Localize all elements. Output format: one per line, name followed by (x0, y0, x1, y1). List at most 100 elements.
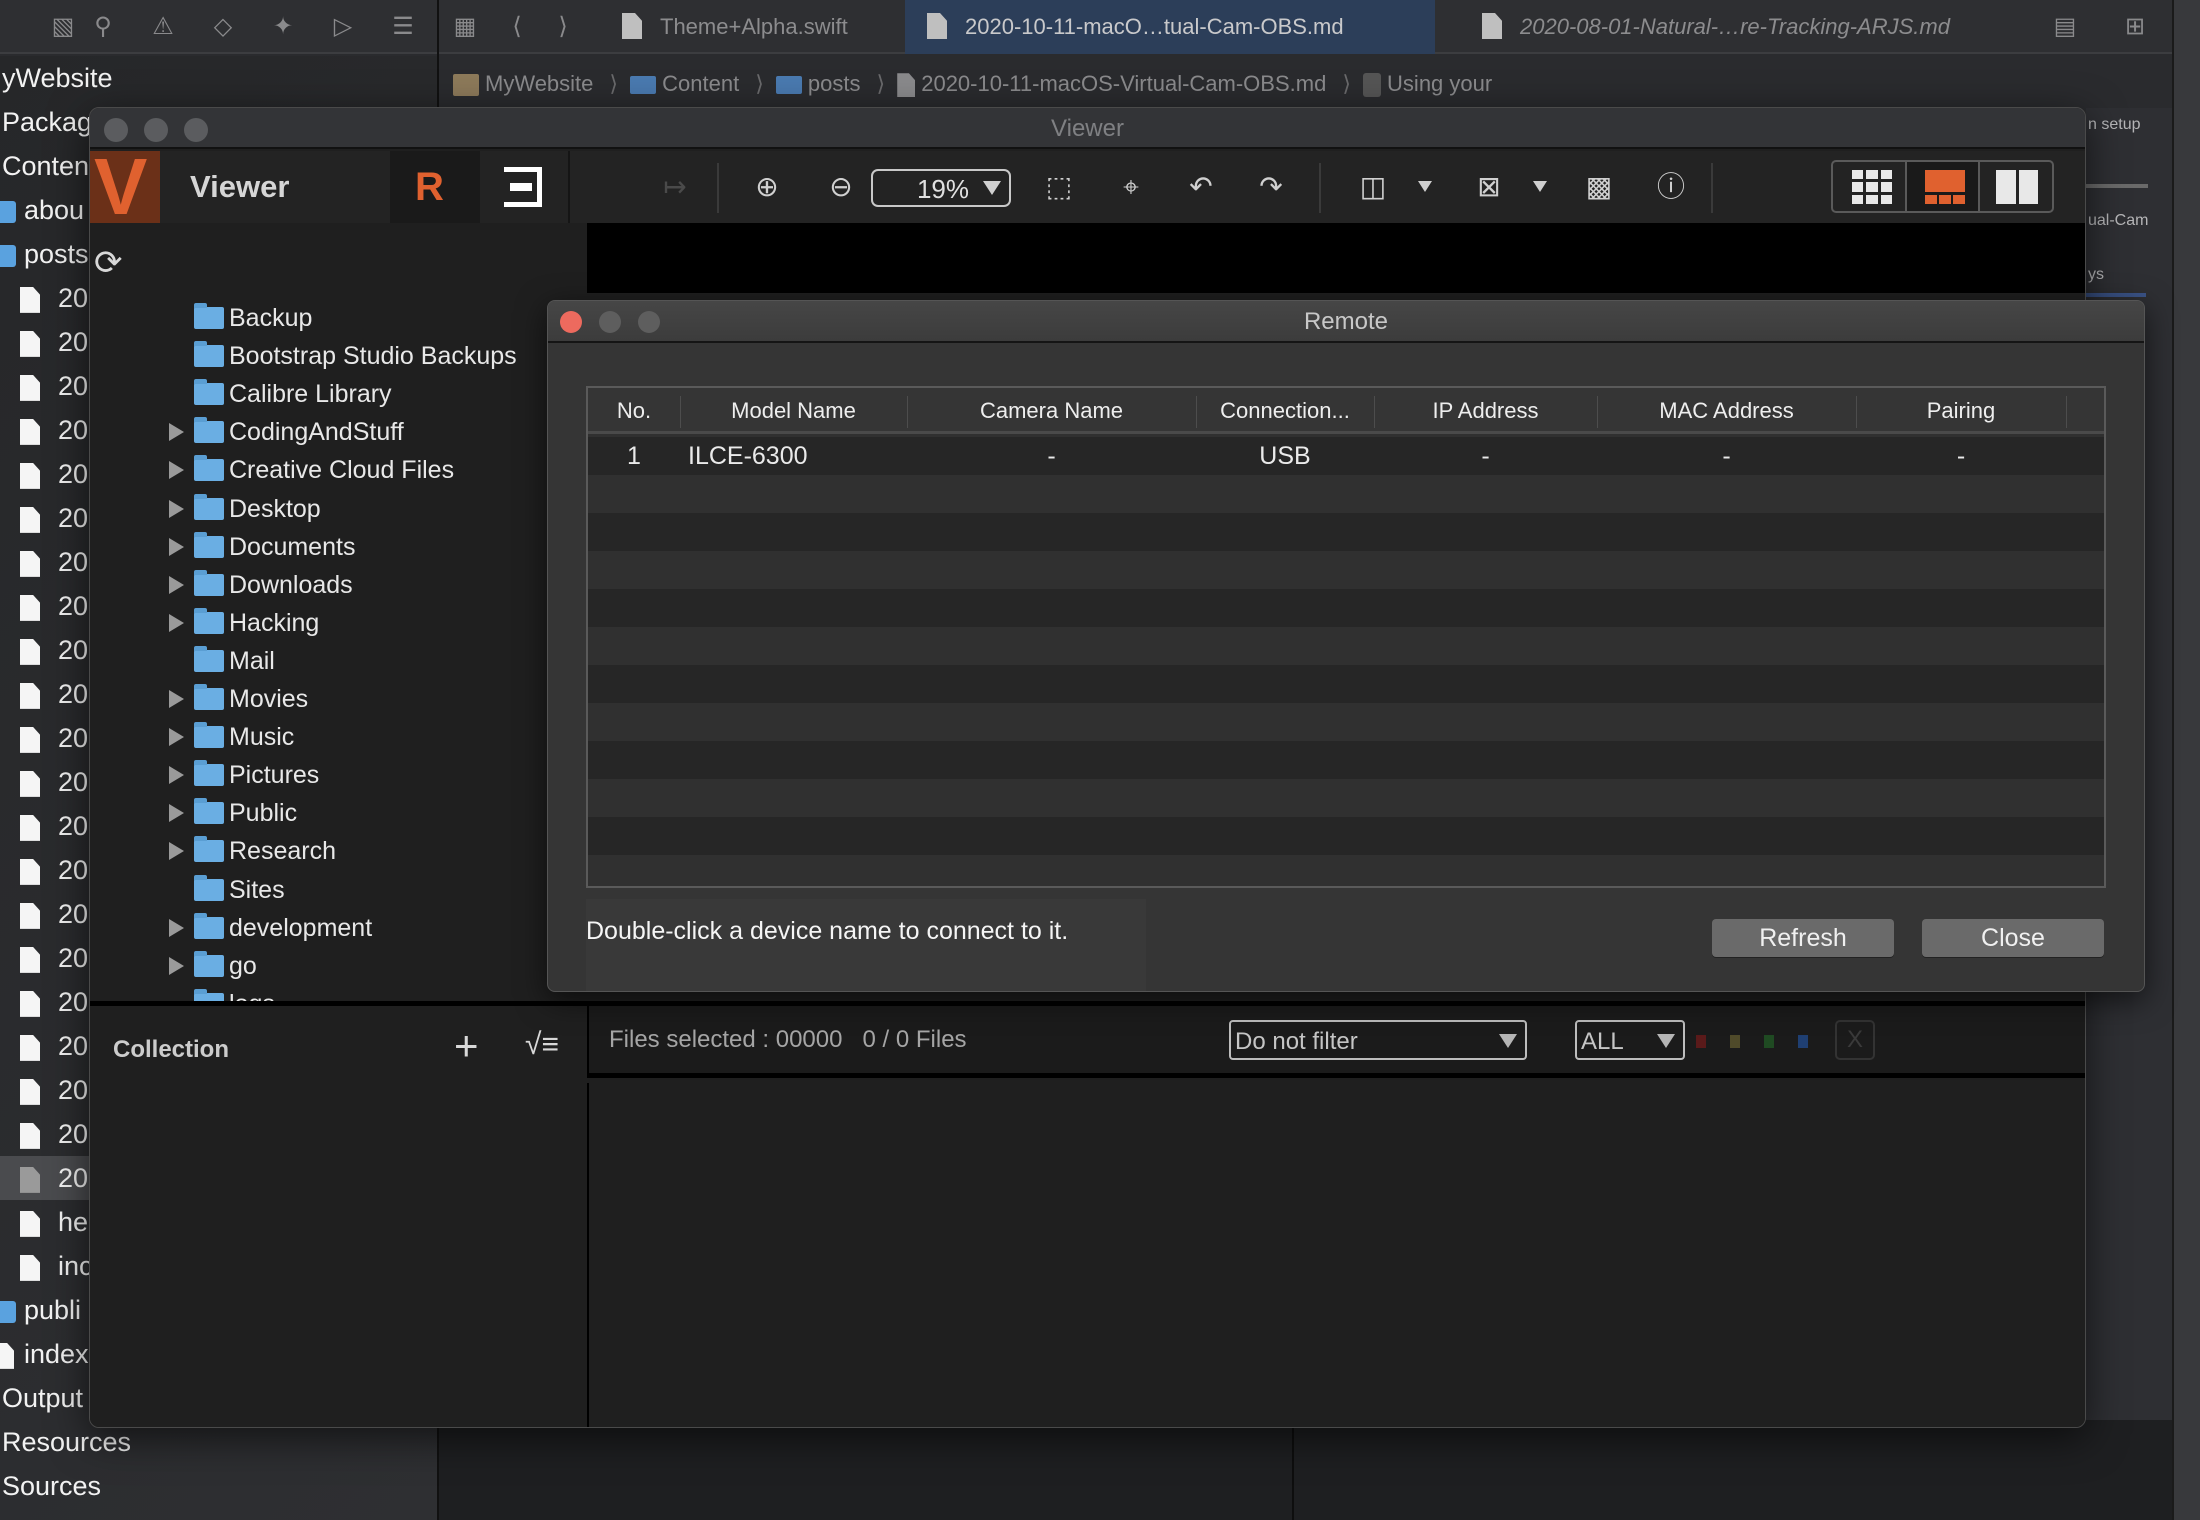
column-header[interactable]: Model Name (680, 388, 907, 434)
outline-item[interactable]: ys (2088, 266, 2104, 284)
edit-mode-icon (504, 167, 542, 207)
rotate-left-icon[interactable]: ↶ (1186, 165, 1216, 209)
column-header[interactable]: Connection... (1196, 388, 1374, 434)
zoom-out-icon[interactable]: ⊖ (819, 165, 863, 209)
rotate-right-icon[interactable]: ↷ (1256, 165, 1286, 209)
mode-tab-edit[interactable] (480, 151, 570, 223)
outline-item[interactable]: n setup (2088, 116, 2140, 134)
navigator-item[interactable]: yWebsite (0, 56, 437, 100)
outline-item[interactable]: ual-Cam (2088, 212, 2148, 230)
related-items-icon[interactable]: ▦ (450, 12, 480, 42)
column-header[interactable]: Pairing (1856, 388, 2066, 434)
back-icon[interactable]: ⟨ (502, 12, 532, 42)
hierarchy-icon[interactable]: ▧ (48, 12, 78, 42)
breadcrumb-item[interactable]: MyWebsite (453, 71, 599, 97)
refresh-button[interactable]: Refresh (1712, 919, 1894, 957)
column-header[interactable]: No. (588, 388, 680, 434)
navigator-item[interactable]: Sources (0, 1464, 437, 1508)
color-label-green[interactable] (1764, 1035, 1774, 1048)
column-header[interactable]: MAC Address (1597, 388, 1856, 434)
folder-tree-item[interactable]: Music (90, 718, 587, 756)
sort-collection-icon[interactable]: √≡ (525, 1028, 559, 1062)
folder-tree-item[interactable]: Public (90, 794, 587, 832)
close-button[interactable]: Close (1922, 919, 2104, 957)
grid-overlay-dropdown-icon[interactable] (1418, 181, 1432, 192)
guide-overlay-icon[interactable]: ⊠ (1466, 165, 1512, 209)
folder-tree-item[interactable]: Bootstrap Studio Backups (90, 337, 587, 375)
folder-tree-item[interactable]: Desktop (90, 490, 587, 528)
color-label-red[interactable] (1696, 1035, 1706, 1048)
disclosure-triangle-icon[interactable] (169, 575, 184, 594)
disclosure-triangle-icon[interactable] (169, 842, 184, 861)
tab-natural-feature-tracking[interactable]: 2020-08-01-Natural-…re-Tracking-ARJS.md (1460, 0, 2040, 54)
layout-compare-button[interactable] (1980, 162, 2052, 211)
grid-overlay-icon[interactable]: ◫ (1350, 165, 1396, 209)
tab-virtual-cam-obs[interactable]: 2020-10-11-macO…tual-Cam-OBS.md (905, 0, 1435, 54)
column-header[interactable]: IP Address (1374, 388, 1597, 434)
folder-tree-item[interactable]: Calibre Library (90, 375, 587, 413)
disclosure-triangle-icon[interactable] (169, 918, 184, 937)
disclosure-triangle-icon[interactable] (169, 461, 184, 480)
folder-tree-item[interactable]: Pictures (90, 756, 587, 794)
disclosure-triangle-icon[interactable] (169, 423, 184, 442)
report-list-icon[interactable]: ☰ (388, 12, 418, 42)
folder-tree-item[interactable]: Documents (90, 528, 587, 566)
breakpoint-icon[interactable]: ◇ (208, 12, 238, 42)
folder-tree-item[interactable]: Mail (90, 642, 587, 680)
device-row[interactable]: 1 ILCE-6300 - USB - - - (588, 437, 2104, 475)
breadcrumb-item[interactable]: posts (775, 71, 867, 96)
column-header[interactable]: Camera Name (907, 388, 1196, 434)
folder-tree-item[interactable]: development (90, 909, 587, 947)
add-collection-icon[interactable]: + (454, 1024, 479, 1068)
folder-tree-item[interactable]: Backup (90, 299, 587, 337)
folder-tree-item[interactable]: Downloads (90, 566, 587, 604)
refresh-icon[interactable]: ⟳ (94, 243, 123, 283)
disclosure-triangle-icon[interactable] (169, 690, 184, 708)
forward-icon[interactable]: ⟩ (548, 12, 578, 42)
add-editor-icon[interactable]: ⊞ (2120, 12, 2150, 42)
export-icon[interactable]: ↦ (655, 165, 695, 209)
tab-theme-alpha[interactable]: Theme+Alpha.swift (600, 0, 905, 54)
histogram-icon[interactable]: ▩ (1576, 165, 1622, 209)
empty-row (588, 665, 2104, 703)
clear-filter-button[interactable]: X (1835, 1020, 1875, 1060)
mode-tab-remote[interactable]: R (390, 151, 480, 223)
column-separator[interactable] (2066, 396, 2067, 428)
color-label-yellow[interactable] (1730, 1035, 1740, 1048)
disclosure-triangle-icon[interactable] (169, 804, 184, 823)
color-label-blue[interactable] (1798, 1035, 1808, 1048)
folder-icon (194, 684, 224, 710)
breadcrumb-item[interactable]: Content (630, 71, 745, 96)
disclosure-triangle-icon[interactable] (169, 766, 184, 785)
disclosure-triangle-icon[interactable] (169, 537, 184, 556)
editor-options-icon[interactable]: ▤ (2050, 12, 2080, 42)
rating-filter-select[interactable]: ALL (1575, 1020, 1685, 1060)
actual-size-icon[interactable]: ⌖ (1109, 165, 1153, 209)
breadcrumb-item[interactable]: Using your (1363, 71, 1498, 98)
breadcrumb-item[interactable]: 2020-10-11-macOS-Virtual-Cam-OBS.md (897, 71, 1332, 98)
search-icon[interactable]: ⚲ (88, 12, 118, 42)
folder-tree-item[interactable]: Movies (90, 680, 587, 718)
folder-icon (630, 76, 657, 95)
tag-icon[interactable]: ▷ (328, 12, 358, 42)
folder-tree-item[interactable]: Sites (90, 871, 587, 909)
disclosure-triangle-icon[interactable] (169, 499, 184, 518)
zoom-level-select[interactable]: 19% (871, 169, 1011, 207)
layout-preview-button[interactable] (1906, 162, 1981, 211)
folder-tree-item[interactable]: Creative Cloud Files (90, 451, 587, 489)
fit-screen-icon[interactable]: ⬚ (1037, 165, 1081, 209)
debug-spray-icon[interactable]: ✦ (268, 12, 298, 42)
guide-overlay-dropdown-icon[interactable] (1533, 181, 1547, 192)
info-icon[interactable]: ⓘ (1651, 165, 1691, 209)
zoom-in-icon[interactable]: ⊕ (745, 165, 789, 209)
folder-tree-item[interactable]: CodingAndStuff (90, 413, 587, 451)
folder-tree-item[interactable]: Research (90, 832, 587, 870)
filter-select[interactable]: Do not filter (1229, 1020, 1527, 1060)
folder-tree-item[interactable]: go (90, 947, 587, 985)
folder-tree-item[interactable]: Hacking (90, 604, 587, 642)
disclosure-triangle-icon[interactable] (169, 728, 184, 747)
layout-grid-button[interactable] (1833, 162, 1907, 211)
disclosure-triangle-icon[interactable] (169, 613, 184, 632)
disclosure-triangle-icon[interactable] (169, 956, 184, 975)
warning-icon[interactable]: ⚠ (148, 12, 178, 42)
